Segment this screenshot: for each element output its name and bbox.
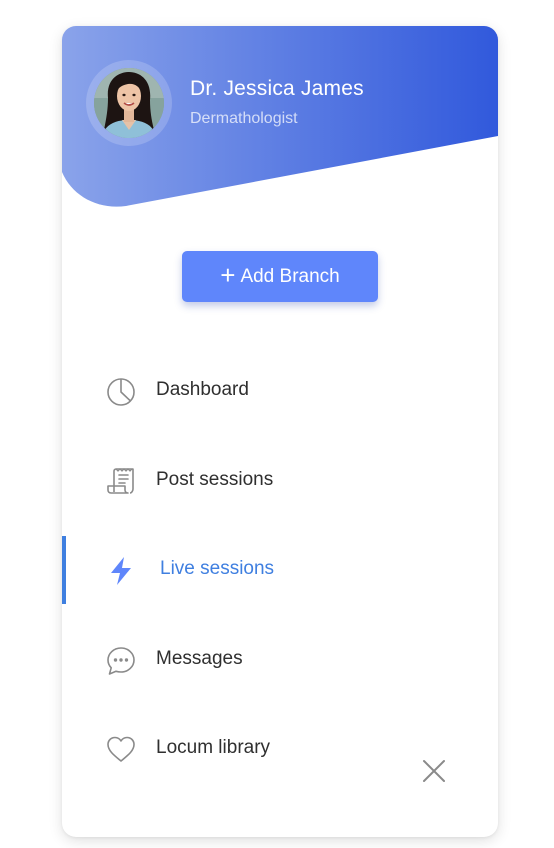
pie-chart-icon [105, 376, 137, 408]
active-indicator [62, 536, 66, 604]
sidebar-item-label: Post sessions [156, 468, 274, 490]
sidebar-item-live-sessions[interactable]: Live sessions [62, 536, 498, 604]
add-branch-label: Add Branch [240, 265, 340, 287]
sidebar-item-label: Locum library [156, 737, 271, 758]
sidebar-item-label: Messages [156, 647, 243, 669]
avatar[interactable] [94, 68, 164, 138]
avatar-ring [86, 60, 172, 146]
heart-icon [105, 734, 137, 766]
sidebar-nav: Dashboard Post sessions Live sessions Me… [62, 357, 498, 805]
chat-bubble-icon [105, 645, 137, 677]
receipt-icon [105, 466, 137, 498]
page: Dr. Jessica James Dermathologist + Add B… [0, 0, 554, 848]
sidebar-item-messages[interactable]: Messages [62, 626, 498, 694]
doctor-portrait-icon [94, 68, 164, 138]
plus-icon: + [220, 260, 236, 290]
close-button[interactable] [420, 757, 448, 785]
doctor-name: Dr. Jessica James [190, 77, 364, 100]
sidebar-card: Dr. Jessica James Dermathologist + Add B… [62, 26, 498, 837]
sidebar-item-label: Dashboard [156, 379, 249, 400]
doctor-role: Dermathologist [190, 110, 298, 127]
sidebar-item-post-sessions[interactable]: Post sessions [62, 447, 498, 515]
sidebar-item-dashboard[interactable]: Dashboard [62, 357, 498, 425]
add-branch-button[interactable]: + Add Branch [182, 251, 378, 302]
lightning-icon [105, 555, 137, 587]
sidebar-item-label: Live sessions [160, 558, 275, 579]
close-icon [423, 760, 445, 782]
